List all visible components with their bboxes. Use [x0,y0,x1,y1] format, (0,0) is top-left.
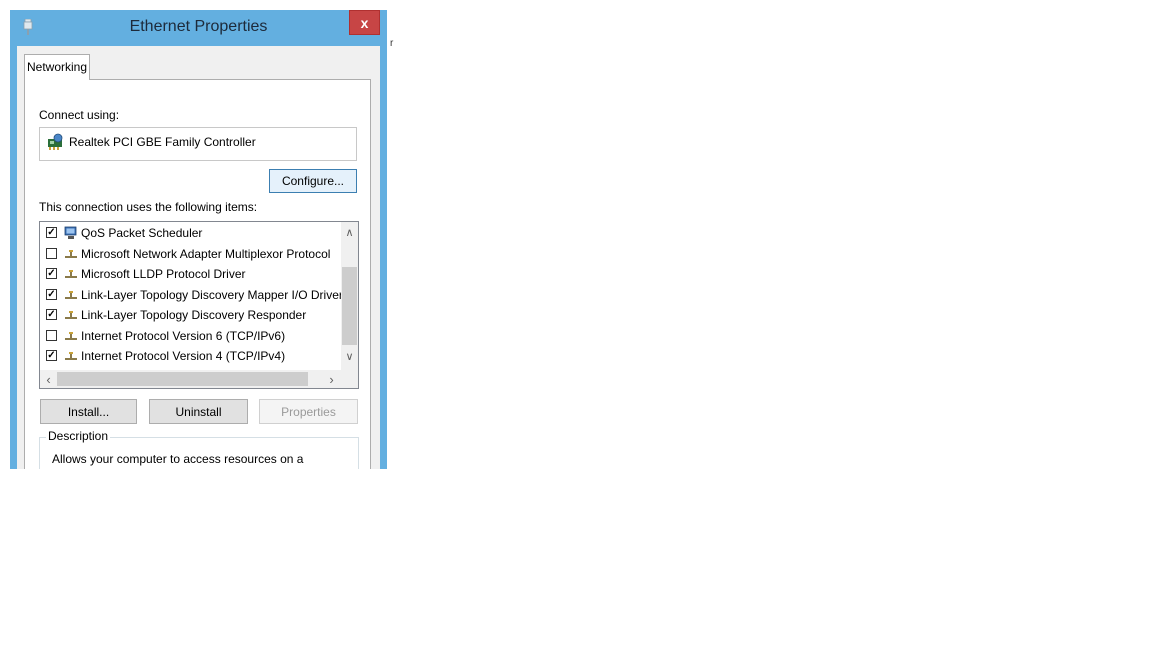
networking-panel: Connect using: Realtek PCI GBE Family Co… [24,79,371,469]
uninstall-button[interactable]: Uninstall [149,399,248,424]
scheduler-icon [64,226,77,239]
stray-text-mark: r [390,38,394,49]
scroll-left-icon[interactable]: ‹ [40,372,57,387]
item-checkbox[interactable]: ✓ [46,309,57,320]
list-item[interactable]: Microsoft Network Adapter Multiplexor Pr… [40,244,340,264]
item-label: Microsoft LLDP Protocol Driver [81,267,246,281]
list-item[interactable]: ✓ Link-Layer Topology Discovery Mapper I/… [40,285,343,305]
list-item[interactable]: Internet Protocol Version 6 (TCP/IPv6) [40,326,340,346]
item-checkbox[interactable]: ✓ [46,288,57,300]
window-title: Ethernet Properties [129,18,268,35]
vertical-scrollbar[interactable]: ∧ ∨ [341,222,358,370]
protocol-icon [65,331,77,340]
network-adapter-icon [48,133,63,150]
ethernet-properties-window: Ethernet Properties x Networking Connect… [10,10,387,469]
protocol-icon [65,311,77,319]
list-item[interactable]: ✓ Internet Protocol Version 4 (TCP/IPv4) [40,346,340,366]
protocol-icon [65,270,77,278]
description-text: Allows your computer to access resources… [52,452,304,469]
item-label: Link-Layer Topology Discovery Mapper I/O… [81,287,343,302]
item-label: Link-Layer Topology Discovery Responder [81,308,307,322]
list-item[interactable]: ✓ Microsoft LLDP Protocol Driver [40,264,340,284]
horizontal-scroll-thumb[interactable] [57,372,308,386]
item-label: QoS Packet Scheduler [81,226,203,240]
list-item[interactable]: ✓ Link-Layer Topology Discovery Responder [40,305,340,325]
vertical-scroll-thumb[interactable] [342,267,357,345]
horizontal-scrollbar[interactable]: ‹ › [40,370,358,388]
item-label: Microsoft Network Adapter Multiplexor Pr… [81,246,331,261]
components-list[interactable]: ✓ QoS Packet Scheduler Microsoft Network A… [39,221,359,389]
description-legend: Description [46,429,111,443]
item-checkbox[interactable]: ✓ [46,268,57,279]
title-bar[interactable]: Ethernet Properties x [10,10,387,46]
item-label: Internet Protocol Version 4 (TCP/IPv4) [81,349,286,363]
scroll-right-icon[interactable]: › [323,372,340,387]
protocol-icon [65,352,77,360]
close-button[interactable]: x [349,10,380,35]
items-label: This connection uses the following items… [39,200,258,214]
scroll-down-icon[interactable]: ∨ [341,350,358,363]
item-label: Internet Protocol Version 6 (TCP/IPv6) [81,328,286,343]
connect-using-label: Connect using: [39,108,120,122]
tab-networking[interactable]: Networking [24,54,90,80]
item-checkbox[interactable] [46,329,57,341]
description-group: Description Allows your computer to acce… [39,429,359,469]
list-item[interactable]: ✓ QoS Packet Scheduler [40,223,340,243]
properties-button[interactable]: Properties [259,399,358,424]
protocol-icon [65,290,77,299]
item-checkbox[interactable]: ✓ [46,227,57,238]
adapter-name: Realtek PCI GBE Family Controller [69,135,256,149]
protocol-icon [65,249,77,258]
adapter-field: Realtek PCI GBE Family Controller [39,127,357,161]
configure-button[interactable]: Configure... [269,169,357,193]
scroll-up-icon[interactable]: ∧ [341,226,358,239]
item-checkbox[interactable]: ✓ [46,350,57,361]
install-button[interactable]: Install... [40,399,137,424]
dialog-client-area: Networking Connect using: Realtek PCI GB… [17,46,380,469]
item-checkbox[interactable] [46,247,57,259]
